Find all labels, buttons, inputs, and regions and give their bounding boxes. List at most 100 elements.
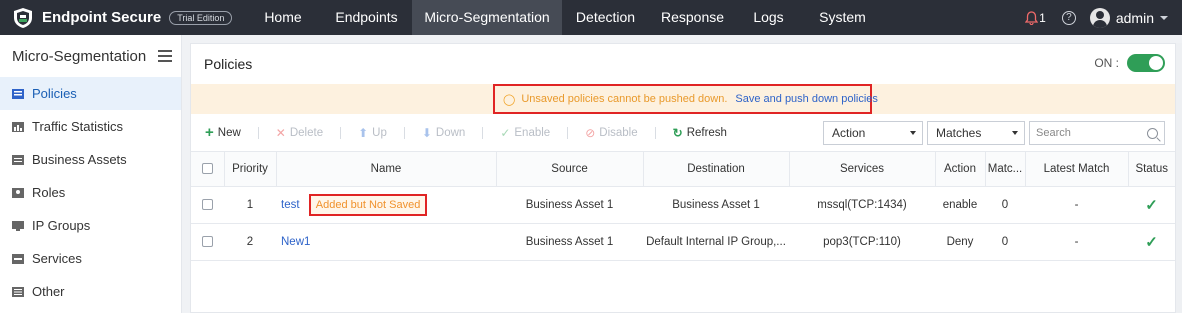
nav-endpoints[interactable]: Endpoints <box>321 0 412 35</box>
edition-badge: Trial Edition <box>169 10 233 25</box>
nav-home[interactable]: Home <box>245 0 321 35</box>
services-cell: mssql(TCP:1434) <box>789 186 935 224</box>
up-button[interactable]: ⬆ Up <box>358 126 387 140</box>
block-icon: ⊘ <box>585 125 596 140</box>
source-cell: Business Asset 1 <box>496 223 643 261</box>
sidebar-item-ip-groups[interactable]: IP Groups <box>0 209 181 242</box>
nav-response[interactable]: Response <box>649 0 736 35</box>
nav-system[interactable]: System <box>801 0 884 35</box>
save-push-link[interactable]: Save and push down policies <box>735 93 877 105</box>
select-all-checkbox[interactable] <box>201 163 213 175</box>
row-select-cell <box>191 186 224 224</box>
sidebar-item-label: Other <box>32 284 65 299</box>
sidebar-item-business-assets[interactable]: Business Assets <box>0 143 181 176</box>
status-enabled-icon: ✓ <box>1145 234 1158 251</box>
search-box[interactable] <box>1029 121 1165 145</box>
matches-select[interactable]: Matches <box>927 121 1025 145</box>
username[interactable]: admin <box>1116 10 1154 26</box>
sidebar: Micro-Segmentation Policies Traffic Stat… <box>0 35 182 313</box>
nav-micro-segmentation[interactable]: Micro-Segmentation <box>412 0 562 35</box>
name-cell: test Added but Not Saved <box>276 186 496 224</box>
search-input[interactable] <box>1036 127 1136 139</box>
ip-groups-icon <box>12 220 24 231</box>
panel-header: Policies ON : <box>191 44 1175 84</box>
services-cell: pop3(TCP:110) <box>789 223 935 261</box>
down-button[interactable]: ⬇ Down <box>422 126 465 140</box>
table-row[interactable]: 2 New1 Business Asset 1 Default Internal… <box>191 223 1175 261</box>
destination-cell: Default Internal IP Group,... <box>643 223 789 261</box>
priority-cell: 1 <box>224 186 276 224</box>
alerts-count: 1 <box>1039 10 1046 25</box>
brand[interactable]: Endpoint Secure Trial Edition <box>0 0 245 35</box>
latest-match-cell: - <box>1025 186 1128 224</box>
warning-bar: ◯ Unsaved policies cannot be pushed down… <box>191 84 1175 114</box>
column-header-destination[interactable]: Destination <box>643 151 790 187</box>
policies-table: Priority Name Source Destination Service… <box>191 151 1175 261</box>
delete-x-icon: ✕ <box>275 125 286 140</box>
matches-select-value: Matches <box>936 126 982 140</box>
arrow-down-icon: ⬇ <box>421 125 432 140</box>
plus-icon: + <box>205 124 214 141</box>
policy-name-link[interactable]: New1 <box>281 236 310 248</box>
column-header-latest-match[interactable]: Latest Match <box>1025 151 1129 187</box>
on-off-toggle[interactable] <box>1127 54 1165 72</box>
chevron-down-icon[interactable] <box>1160 15 1168 20</box>
scrollbar[interactable] <box>1176 43 1182 313</box>
action-cell: enable <box>935 186 985 224</box>
disable-button[interactable]: ⊘ Disable <box>585 126 637 140</box>
search-icon[interactable] <box>1147 127 1158 139</box>
sidebar-header: Micro-Segmentation <box>0 35 181 77</box>
policy-name-link[interactable]: test <box>281 199 300 211</box>
collapse-menu-icon[interactable] <box>158 50 173 62</box>
refresh-button[interactable]: ↻ Refresh <box>673 126 727 140</box>
chevron-down-icon <box>910 131 916 135</box>
sidebar-item-policies[interactable]: Policies <box>0 77 181 110</box>
nav-detection[interactable]: Detection <box>562 0 649 35</box>
warning-text: Unsaved policies cannot be pushed down. <box>521 93 728 105</box>
sidebar-item-label: Traffic Statistics <box>32 119 124 134</box>
latest-match-cell: - <box>1025 223 1128 261</box>
column-header-source[interactable]: Source <box>496 151 644 187</box>
toolbar-divider <box>257 126 259 139</box>
action-select-value: Action <box>832 126 866 140</box>
enable-button[interactable]: ✓ Enable <box>500 126 550 140</box>
sidebar-item-traffic-statistics[interactable]: Traffic Statistics <box>0 110 181 143</box>
delete-label: Delete <box>289 126 324 139</box>
status-cell: ✓ <box>1128 186 1175 224</box>
toolbar-divider <box>340 126 342 139</box>
bell-icon <box>1025 10 1039 25</box>
toolbar-divider <box>567 126 569 139</box>
table-header-row: Priority Name Source Destination Service… <box>191 151 1175 187</box>
column-header-name[interactable]: Name <box>276 151 497 187</box>
avatar[interactable] <box>1089 7 1110 28</box>
action-select[interactable]: Action <box>823 121 923 145</box>
help-icon[interactable]: ? <box>1061 10 1076 25</box>
sidebar-item-services[interactable]: Services <box>0 242 181 275</box>
unsaved-warning: ◯ Unsaved policies cannot be pushed down… <box>493 84 878 114</box>
column-header-status[interactable]: Status <box>1128 151 1175 187</box>
table-row[interactable]: 1 test Added but Not Saved Business Asse… <box>191 186 1175 224</box>
filter-controls: Action Matches <box>823 121 1165 145</box>
matches-cell: 0 <box>985 223 1025 261</box>
column-header-services[interactable]: Services <box>789 151 936 187</box>
column-header-matches[interactable]: Matc... <box>985 151 1026 187</box>
up-label: Up <box>372 126 387 139</box>
select-all-header <box>191 151 225 187</box>
matches-cell: 0 <box>985 186 1025 224</box>
row-checkbox[interactable] <box>202 199 213 211</box>
column-header-priority[interactable]: Priority <box>224 151 277 187</box>
policies-panel: Policies ON : ◯ Unsaved policies cannot … <box>190 43 1176 313</box>
sidebar-item-other[interactable]: Other <box>0 275 181 308</box>
alerts-button[interactable]: 1 <box>1025 11 1046 25</box>
down-label: Down <box>435 126 466 139</box>
sidebar-item-roles[interactable]: Roles <box>0 176 181 209</box>
status-cell: ✓ <box>1128 223 1175 261</box>
new-button[interactable]: + New <box>205 124 241 141</box>
row-checkbox[interactable] <box>202 236 213 248</box>
policies-icon <box>12 88 24 99</box>
delete-button[interactable]: ✕ Delete <box>276 126 323 140</box>
column-header-action[interactable]: Action <box>935 151 986 187</box>
nav-logs[interactable]: Logs <box>736 0 801 35</box>
app-name: Endpoint Secure <box>42 9 162 26</box>
arrow-up-icon: ⬆ <box>358 125 369 140</box>
